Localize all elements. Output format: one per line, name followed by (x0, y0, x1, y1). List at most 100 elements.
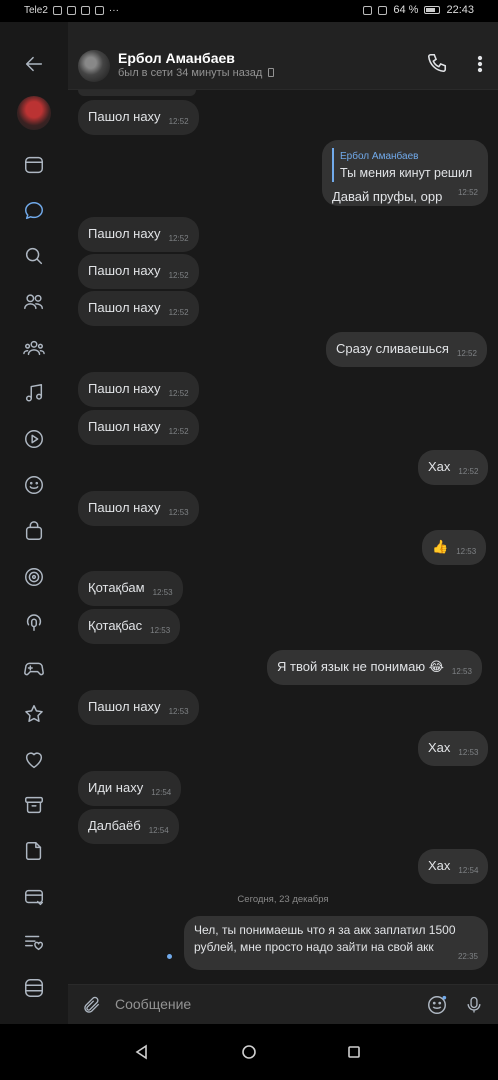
last-seen-status: был в сети 34 минуты назад (118, 67, 275, 79)
message-time: 12:52 (456, 349, 477, 358)
chat-header: Ербол Аманбаев был в сети 34 минуты наза… (68, 22, 498, 90)
message-bubble-in[interactable]: Пашол наху 12:52 (78, 100, 199, 135)
message-bubble-in[interactable]: Пашол наху 12:53 (78, 491, 199, 526)
message-bubble-out[interactable]: Хах 12:52 (418, 450, 489, 485)
message-time: 12:54 (151, 788, 172, 797)
message-bubble-out-reply[interactable]: Ербол Аманбаев Ты мения кинут решил Дава… (322, 140, 488, 206)
message-bubble-partial (78, 90, 196, 96)
message-text: 👍 (432, 539, 449, 554)
message-time: 12:53 (458, 748, 479, 757)
voice-message-button[interactable] (464, 994, 484, 1016)
apps-icon[interactable] (22, 976, 46, 1000)
message-bubble-in[interactable]: Пашол наху 12:52 (78, 410, 199, 445)
video-icon[interactable] (22, 427, 46, 451)
message-bubble-in[interactable]: Қотақбам 12:53 (78, 571, 183, 606)
notification-icon (80, 6, 90, 15)
message-time: 12:53 (168, 707, 189, 716)
message-time: 12:53 (168, 508, 189, 517)
message-bubble-out-long[interactable]: Чел, ты понимаешь что я за акк заплатил … (184, 916, 488, 970)
message-bubble-out[interactable]: Хах 12:54 (418, 849, 489, 884)
list-heart-icon[interactable] (22, 930, 46, 954)
games-smile-icon[interactable] (22, 473, 46, 497)
message-text: Пашол наху (88, 419, 161, 434)
document-icon[interactable] (22, 839, 46, 863)
message-bubble-in[interactable]: Далбаёб 12:54 (78, 809, 179, 844)
attach-button[interactable] (82, 994, 102, 1016)
message-text: Пашол наху (88, 263, 161, 278)
nav-home-button[interactable] (241, 1044, 257, 1060)
message-text: Пашол наху (88, 300, 161, 315)
mobile-device-icon (268, 68, 275, 77)
message-input[interactable]: Сообщение (115, 996, 191, 1012)
communities-icon[interactable] (22, 336, 46, 360)
payment-icon[interactable] (22, 885, 46, 909)
more-options-button[interactable] (474, 52, 486, 76)
message-bubble-in[interactable]: Пашол наху 12:52 (78, 254, 199, 289)
headphones-icon (363, 5, 373, 15)
news-icon[interactable] (22, 153, 46, 177)
more-vertical-icon (477, 55, 483, 73)
mute-icon (378, 5, 388, 15)
system-navigation-bar (0, 1024, 498, 1080)
message-time: 12:52 (168, 234, 189, 243)
message-feed[interactable]: Пашол наху 12:52 Ербол Аманбаев Ты мения … (68, 90, 498, 990)
friends-icon[interactable] (22, 290, 46, 314)
clock: 22:43 (446, 4, 474, 16)
message-time: 22:35 (457, 952, 478, 961)
message-text: Қотақбам (88, 580, 145, 595)
profile-avatar[interactable] (17, 96, 51, 130)
contact-avatar[interactable] (78, 50, 110, 82)
message-bubble-out[interactable]: Хах 12:53 (418, 731, 489, 766)
back-arrow-icon[interactable] (22, 52, 46, 76)
microphone-icon (467, 996, 481, 1013)
message-time: 12:52 (168, 427, 189, 436)
triangle-back-icon (135, 1044, 147, 1060)
nav-back-button[interactable] (134, 1044, 150, 1060)
contact-name[interactable]: Ербол Аманбаев (118, 50, 235, 66)
carrier-label: Tele2 (24, 5, 48, 16)
message-bubble-in[interactable]: Иди наху 12:54 (78, 771, 182, 806)
unread-indicator (167, 954, 172, 959)
nav-recents-button[interactable] (346, 1044, 362, 1060)
reply-author: Ербол Аманбаев (340, 151, 419, 162)
star-icon[interactable] (22, 702, 46, 726)
square-recents-icon (348, 1046, 360, 1058)
podcast-icon[interactable] (22, 610, 46, 634)
message-text: Хах (428, 459, 451, 474)
navigation-rail (0, 22, 68, 1024)
date-separator: Сегодня, 23 декабря (237, 894, 329, 905)
message-bubble-out[interactable]: Сразу сливаешься 12:52 (326, 332, 487, 367)
call-button[interactable] (426, 52, 450, 76)
message-bubble-out-sticker[interactable]: 👍 12:53 (422, 530, 487, 565)
message-bubble-in[interactable]: Қотақбас 12:53 (78, 609, 181, 644)
messages-icon[interactable] (22, 199, 46, 223)
message-bubble-in[interactable]: Пашол наху 12:52 (78, 291, 199, 326)
message-time: 12:52 (168, 271, 189, 280)
reply-quote[interactable]: Ербол Аманбаев Ты мения кинут решил (332, 148, 478, 182)
gamepad-icon[interactable] (22, 656, 46, 680)
message-time: 12:52 (168, 389, 189, 398)
phone-icon (427, 53, 447, 73)
message-bubble-in[interactable]: Пашол наху 12:52 (78, 217, 199, 252)
message-bubble-in[interactable]: Пашол наху 12:52 (78, 372, 199, 407)
status-bar: Tele2 ··· 64 % 22:43 (0, 0, 498, 22)
message-text: Сразу сливаешься (336, 341, 449, 356)
message-bubble-out[interactable]: Я твой язык не понимаю 😂 12:53 (267, 650, 482, 685)
message-time: 12:52 (457, 188, 478, 197)
signal-icon (52, 6, 62, 15)
reply-text: Ты мения кинут решил (340, 166, 473, 180)
search-icon[interactable] (22, 244, 46, 268)
smile-icon (428, 995, 447, 1014)
notification-icon (94, 6, 104, 15)
message-bubble-in[interactable]: Пашол наху 12:53 (78, 690, 199, 725)
stories-icon[interactable] (22, 565, 46, 589)
message-text: Я твой язык не понимаю 😂 (277, 659, 444, 674)
heart-icon[interactable] (22, 748, 46, 772)
chat-panel: Ербол Аманбаев был в сети 34 минуты наза… (68, 22, 498, 1024)
emoji-button[interactable] (426, 994, 448, 1016)
message-time: 12:53 (451, 667, 472, 676)
music-icon[interactable] (22, 381, 46, 405)
archive-icon[interactable] (22, 793, 46, 817)
message-composer: Сообщение (68, 984, 498, 1024)
shop-bag-icon[interactable] (22, 519, 46, 543)
